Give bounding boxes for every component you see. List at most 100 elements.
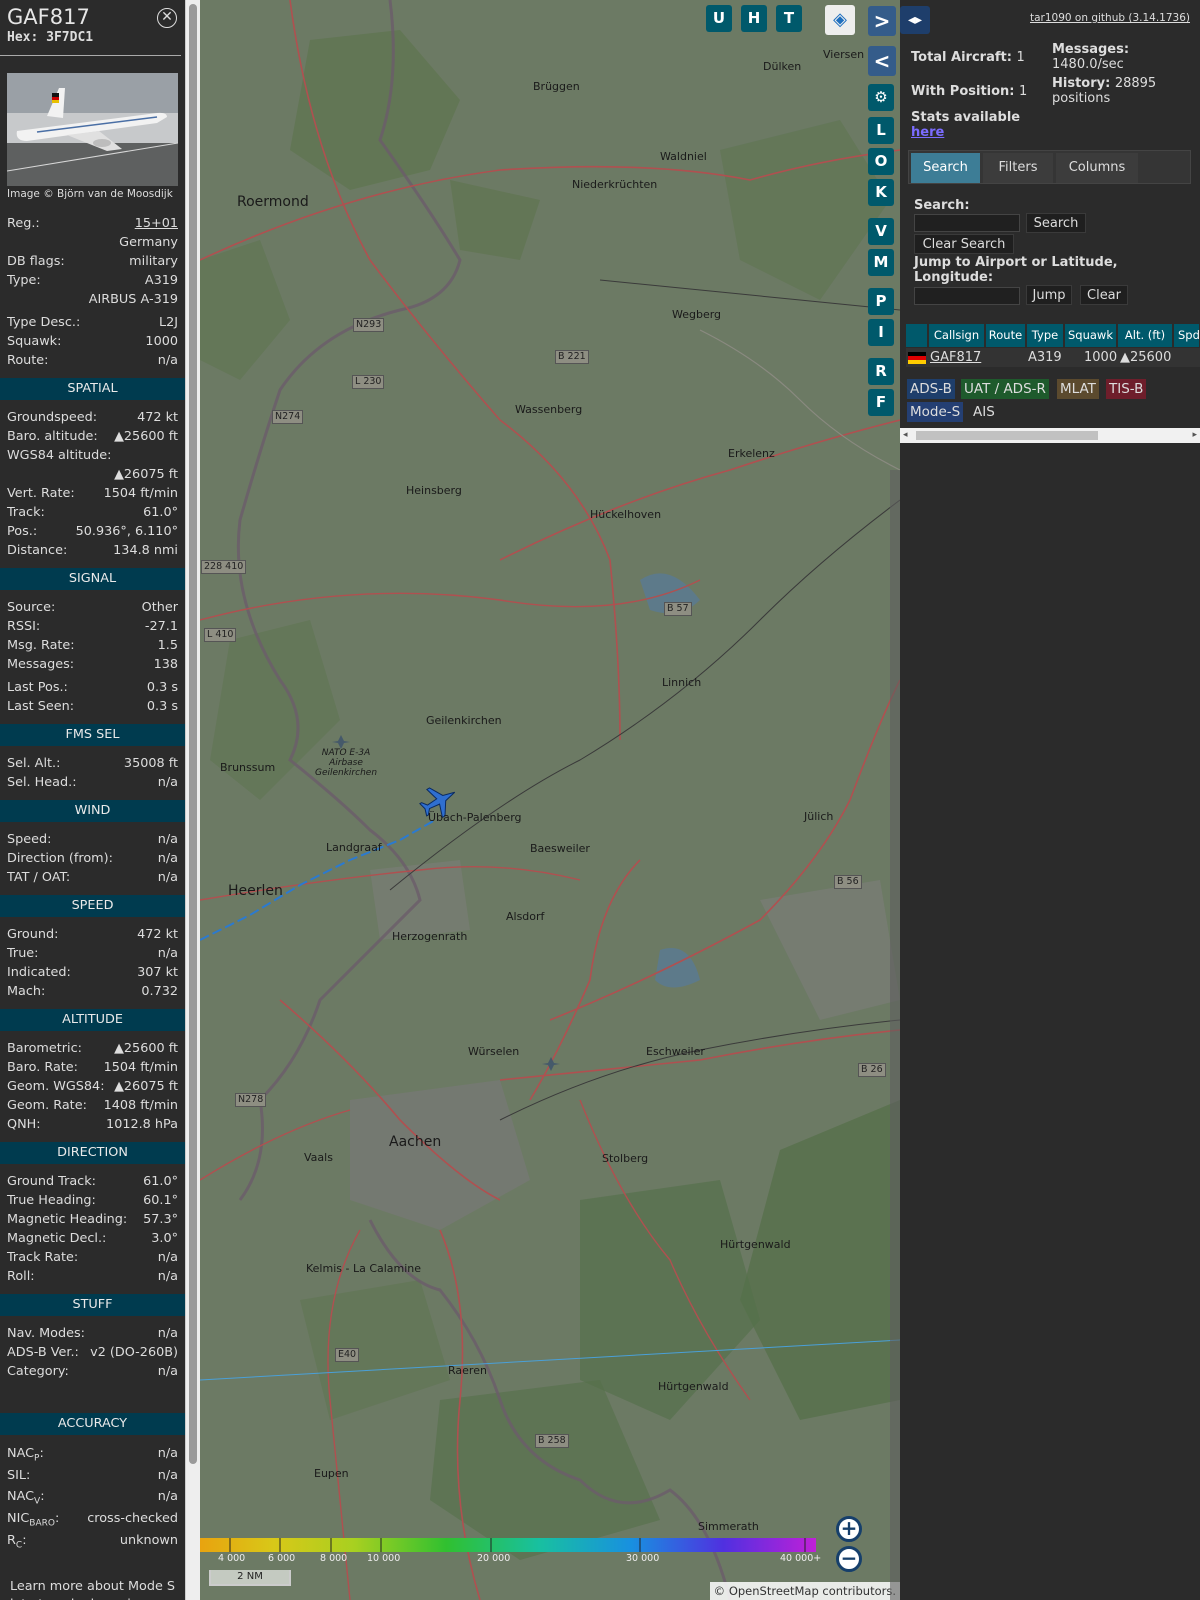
row-speed-ind: Indicated: 307 kt: [7, 965, 178, 980]
zoom-out-icon[interactable]: −: [836, 1546, 862, 1572]
place-label: Übach-Palenberg: [428, 811, 522, 824]
toggle-v-button[interactable]: V: [868, 218, 894, 245]
badge-tisb[interactable]: TIS-B: [1106, 379, 1147, 399]
toggle-k-button[interactable]: K: [868, 179, 894, 206]
row-rc: RC: unknown: [7, 1533, 178, 1551]
toggle-m-button[interactable]: M: [868, 249, 894, 276]
row-last-seen: Last Seen: 0.3 s: [7, 699, 178, 714]
github-link[interactable]: tar1090 on github (3.14.1736): [1030, 12, 1190, 24]
row-wgs-label: WGS84 altitude:: [7, 448, 112, 463]
badge-mlat[interactable]: MLAT: [1057, 379, 1099, 399]
tab-columns[interactable]: Columns: [1056, 153, 1138, 183]
col-callsign[interactable]: Callsign: [929, 324, 985, 347]
close-icon[interactable]: ✕: [157, 8, 177, 28]
row-roll: Roll: n/a: [7, 1269, 178, 1284]
table-hscroll-thumb[interactable]: [916, 431, 1098, 440]
place-label: Viersen: [823, 48, 865, 61]
row-mag-heading: Magnetic Heading: 57.3°: [7, 1212, 178, 1227]
collapse-sidebar-icon[interactable]: >: [868, 6, 896, 36]
zoom-in-icon[interactable]: +: [836, 1516, 862, 1542]
jump-button[interactable]: Jump: [1026, 285, 1072, 305]
messages-label: Messages:: [1052, 42, 1130, 57]
tab-search[interactable]: Search: [911, 153, 980, 183]
row-barometric: Barometric: ▲25600 ft: [7, 1041, 178, 1056]
row-tat: TAT / OAT: n/a: [7, 870, 178, 885]
with-position: With Position: 1: [911, 84, 1028, 99]
row-baro-rate: Baro. Rate: 1504 ft/min: [7, 1060, 178, 1075]
place-label: Heerlen: [228, 883, 283, 899]
badge-adsb[interactable]: ADS-B: [907, 379, 955, 399]
registration-link[interactable]: 15+01: [135, 214, 178, 233]
row-source: Source: Other: [7, 600, 178, 615]
tab-filters[interactable]: Filters: [983, 153, 1053, 183]
road-label: B 26: [858, 1063, 886, 1077]
toggle-p-button[interactable]: P: [868, 288, 894, 315]
messages-value: 1480.0/sec: [1052, 57, 1124, 72]
jump-input[interactable]: [914, 287, 1020, 305]
section-spatial: SPATIAL: [0, 378, 185, 400]
toggle-l-button[interactable]: L: [868, 117, 894, 144]
alt-scale-label: 30 000: [626, 1553, 660, 1564]
row-mag-decl: Magnetic Decl.: 3.0°: [7, 1231, 178, 1246]
badge-modes[interactable]: Mode-S: [907, 402, 964, 422]
col-route[interactable]: Route: [986, 324, 1026, 347]
stats-link[interactable]: here: [911, 125, 944, 140]
map-attribution[interactable]: © OpenStreetMap contributors.: [709, 1582, 900, 1600]
map-view[interactable]: Roermond Brüggen Dülken Viersen Waldniel Nied…: [200, 0, 900, 1600]
search-input[interactable]: [914, 214, 1020, 232]
alt-scale-label: 40 000+: [780, 1553, 822, 1564]
alt-scale-label: 20 000: [477, 1553, 511, 1564]
sidebar-scroll-thumb[interactable]: [189, 4, 197, 1464]
sidebar-scrollbar[interactable]: [185, 0, 200, 1600]
badge-ais[interactable]: AIS: [970, 402, 998, 422]
toggle-u-button[interactable]: U: [706, 5, 732, 32]
col-flag[interactable]: [906, 324, 928, 347]
place-label: Linnich: [662, 676, 702, 689]
alt-scale-label: 10 000: [367, 1553, 401, 1564]
col-speed[interactable]: Spd: [1174, 324, 1200, 347]
toggle-r-button[interactable]: R: [868, 358, 894, 385]
toggle-t-button[interactable]: T: [776, 5, 802, 32]
col-squawk[interactable]: Squawk: [1065, 324, 1117, 347]
layers-icon[interactable]: ◈: [825, 5, 855, 35]
col-type[interactable]: Type: [1027, 324, 1064, 347]
road-label: L 230: [352, 375, 385, 389]
row-nacv: NACV: n/a: [7, 1489, 178, 1507]
aircraft-photo[interactable]: [7, 73, 178, 186]
clear-button[interactable]: Clear: [1080, 285, 1128, 305]
row-altitude: ▲25600: [1120, 350, 1172, 365]
road-label: N278: [235, 1093, 267, 1107]
col-altitude[interactable]: Alt. (ft): [1118, 324, 1173, 347]
clear-search-button[interactable]: Clear Search: [914, 234, 1014, 254]
toggle-h-button[interactable]: H: [741, 5, 767, 32]
row-geom-wgs84: Geom. WGS84: ▲26075 ft: [7, 1079, 178, 1094]
row-groundspeed: Groundspeed: 472 kt: [7, 410, 178, 425]
road-label: B 258: [535, 1434, 569, 1448]
search-label: Search:: [914, 198, 970, 213]
place-label: Hürtgenwald: [720, 1238, 791, 1251]
toggle-f-button[interactable]: F: [868, 389, 894, 416]
row-category: Category: n/a: [7, 1364, 178, 1379]
row-type: A319: [1028, 350, 1062, 365]
scroll-right-icon[interactable]: ▸: [1192, 430, 1197, 440]
road-label: L 410: [204, 628, 237, 642]
toggle-i-button[interactable]: I: [868, 319, 894, 346]
toggle-panel-icon[interactable]: ◂▸: [900, 6, 930, 34]
table-hscroll[interactable]: ◂ ▸: [900, 428, 1200, 443]
detail-header: GAF817 Hex: 3F7DC1 ✕: [0, 0, 181, 56]
place-label: Heinsberg: [406, 484, 462, 497]
row-type-name: AIRBUS A-319: [88, 292, 178, 307]
table-row[interactable]: GAF817 A319 1000 ▲25600: [906, 348, 1200, 367]
toggle-o-button[interactable]: O: [868, 148, 894, 175]
place-label: Roermond: [237, 194, 309, 210]
expand-sidebar-icon[interactable]: <: [868, 46, 896, 76]
row-pos: Pos.: 50.936°, 6.110°: [7, 524, 178, 539]
badge-uat[interactable]: UAT / ADS-R: [961, 379, 1049, 399]
settings-icon[interactable]: ⚙: [868, 84, 894, 111]
place-label: Brunssum: [220, 761, 276, 774]
row-callsign[interactable]: GAF817: [930, 348, 981, 367]
search-button[interactable]: Search: [1026, 213, 1086, 233]
flag-germany-icon: [908, 352, 926, 364]
scroll-left-icon[interactable]: ◂: [903, 430, 908, 440]
row-mach: Mach: 0.732: [7, 984, 178, 999]
